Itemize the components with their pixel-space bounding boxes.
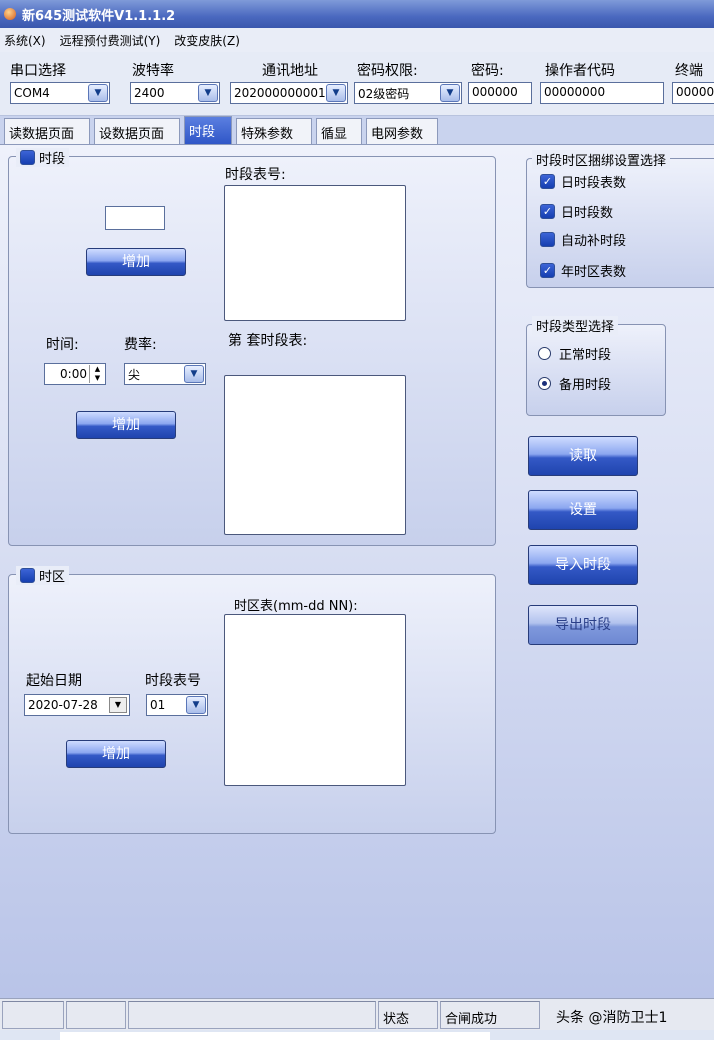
- checkbox[interactable]: [540, 174, 555, 189]
- radio-icon[interactable]: [538, 347, 551, 360]
- tab-period[interactable]: 时段: [184, 116, 232, 144]
- menu-bar: 系统(X) 远程预付费测试(Y) 改变皮肤(Z): [0, 28, 714, 52]
- port-select[interactable]: COM4 ▼: [10, 82, 110, 104]
- start-date-picker[interactable]: 2020-07-28 ▼: [24, 694, 130, 716]
- period-toggle-checkbox[interactable]: [20, 150, 35, 165]
- spin-up-icon[interactable]: ▲: [90, 365, 105, 374]
- app-icon: [4, 8, 16, 20]
- window-title: 新645测试软件V1.1.1.2: [22, 8, 176, 24]
- password-level-label: 密码权限:: [357, 63, 418, 79]
- chevron-down-icon[interactable]: ▼: [186, 696, 206, 714]
- baud-select[interactable]: 2400 ▼: [130, 82, 220, 104]
- status-cell-2: [66, 1001, 126, 1029]
- status-cell-1: [2, 1001, 64, 1029]
- binding-option-day-period-count[interactable]: 日时段数: [540, 202, 613, 221]
- chevron-down-icon[interactable]: ▼: [440, 84, 460, 102]
- rate-add-button[interactable]: 增加: [76, 411, 176, 439]
- start-date-label: 起始日期: [26, 673, 82, 689]
- port-label: 串口选择: [10, 63, 66, 79]
- password-label: 密码:: [471, 63, 504, 79]
- period-table-no-label: 时段表号:: [225, 167, 286, 183]
- checkbox[interactable]: [540, 263, 555, 278]
- checkbox[interactable]: [540, 204, 555, 219]
- read-button[interactable]: 读取: [528, 436, 638, 476]
- binding-option-auto-fill[interactable]: 自动补时段: [540, 230, 626, 249]
- rate-label: 费率:: [124, 337, 157, 353]
- checkbox[interactable]: [540, 232, 555, 247]
- baud-label: 波特率: [132, 63, 174, 79]
- radio-icon[interactable]: [538, 377, 551, 390]
- time-spinner[interactable]: 0:00 ▲ ▼: [44, 363, 106, 385]
- status-cell-3: [128, 1001, 376, 1029]
- binding-legend: 时段时区捆绑设置选择: [532, 150, 671, 169]
- spin-arrows-icon[interactable]: ▲ ▼: [89, 365, 105, 383]
- address-select[interactable]: 202000000001 ▼: [230, 82, 348, 104]
- set-button[interactable]: 设置: [528, 490, 638, 530]
- tab-special-params[interactable]: 特殊参数: [236, 118, 312, 144]
- binding-option-day-table-count[interactable]: 日时段表数: [540, 172, 626, 191]
- title-bar: 新645测试软件V1.1.1.2: [0, 0, 714, 28]
- set-period-table-list[interactable]: [224, 375, 406, 535]
- zone-table-list[interactable]: [224, 614, 406, 786]
- status-label: 状态: [378, 1001, 438, 1029]
- tab-strip: 读数据页面 设数据页面 时段 特殊参数 循显 电网参数: [0, 116, 714, 144]
- zone-period-table-no-label: 时段表号: [145, 673, 201, 689]
- password-level-select[interactable]: 02级密码 ▼: [354, 82, 462, 104]
- status-value: 合闸成功: [440, 1001, 540, 1029]
- period-legend: 时段: [16, 148, 70, 167]
- time-label: 时间:: [46, 337, 79, 353]
- chevron-down-icon[interactable]: ▼: [184, 365, 204, 383]
- period-type-legend: 时段类型选择: [532, 316, 619, 335]
- watermark: 头条 @消防卫士1: [556, 1010, 668, 1026]
- tab-set-data[interactable]: 设数据页面: [94, 118, 180, 144]
- zone-toggle-checkbox[interactable]: [20, 568, 35, 583]
- menu-system[interactable]: 系统(X): [4, 32, 46, 49]
- terminal-field[interactable]: 000000: [672, 82, 714, 104]
- operator-label: 操作者代码: [545, 63, 615, 79]
- chevron-down-icon[interactable]: ▼: [198, 84, 218, 102]
- tab-grid-params[interactable]: 电网参数: [366, 118, 438, 144]
- rate-select[interactable]: 尖 ▼: [124, 363, 206, 385]
- period-add-button[interactable]: 增加: [86, 248, 186, 276]
- status-bar: 状态 合闸成功 头条 @消防卫士1: [0, 998, 714, 1030]
- operator-field[interactable]: 00000000: [540, 82, 664, 104]
- radio-normal-period[interactable]: 正常时段: [538, 344, 611, 363]
- taskbar-area: [60, 1032, 490, 1040]
- zone-legend: 时区: [16, 566, 70, 585]
- binding-option-year-zone-count[interactable]: 年时区表数: [540, 261, 626, 280]
- zone-period-table-select[interactable]: 01 ▼: [146, 694, 208, 716]
- chevron-down-icon[interactable]: ▼: [326, 84, 346, 102]
- connection-toolbar: 串口选择 COM4 ▼ 波特率 2400 ▼ 通讯地址 202000000001…: [0, 52, 714, 116]
- address-label: 通讯地址: [262, 63, 318, 79]
- set-period-table-label: 第 套时段表:: [228, 333, 308, 349]
- tab-cycle-display[interactable]: 循显: [316, 118, 362, 144]
- zone-table-label: 时区表(mm-dd NN):: [234, 599, 358, 614]
- chevron-down-icon[interactable]: ▼: [88, 84, 108, 102]
- period-type-group: [526, 324, 666, 416]
- menu-skin[interactable]: 改变皮肤(Z): [174, 32, 240, 49]
- period-table-list[interactable]: [224, 185, 406, 321]
- zone-add-button[interactable]: 增加: [66, 740, 166, 768]
- export-period-button[interactable]: 导出时段: [528, 605, 638, 645]
- password-field[interactable]: 000000: [468, 82, 532, 104]
- menu-remote-prepay[interactable]: 远程预付费测试(Y): [60, 32, 161, 49]
- radio-backup-period[interactable]: 备用时段: [538, 374, 611, 393]
- tab-read-data[interactable]: 读数据页面: [4, 118, 90, 144]
- period-number-input[interactable]: [105, 206, 165, 230]
- terminal-label: 终端: [675, 63, 703, 79]
- bottom-strip: [0, 1030, 714, 1040]
- spin-down-icon[interactable]: ▼: [90, 374, 105, 383]
- chevron-down-icon[interactable]: ▼: [109, 697, 127, 713]
- import-period-button[interactable]: 导入时段: [528, 545, 638, 585]
